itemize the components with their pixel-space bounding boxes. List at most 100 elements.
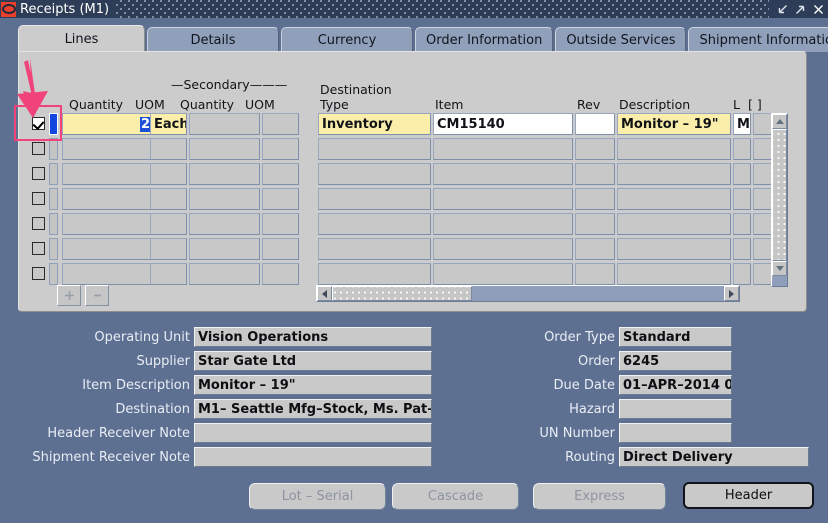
- grid-horizontal-scrollbar[interactable]: [316, 285, 740, 302]
- row-select-checkbox[interactable]: [32, 217, 45, 230]
- cell-uom[interactable]: [150, 138, 187, 160]
- field-hazard[interactable]: [619, 399, 732, 419]
- horizontal-scroll-thumb[interactable]: [332, 286, 472, 301]
- cell-description[interactable]: [617, 188, 731, 210]
- cell-flag[interactable]: [753, 113, 772, 135]
- cell-description[interactable]: Monitor – 19": [617, 113, 731, 135]
- scroll-down-button[interactable]: [772, 261, 787, 276]
- cell-uom[interactable]: [150, 263, 187, 285]
- cell-description[interactable]: [617, 138, 731, 160]
- cell-sec-uom[interactable]: [262, 163, 299, 185]
- cell-rev[interactable]: [575, 263, 615, 285]
- cell-quantity[interactable]: 2: [62, 113, 154, 135]
- cell-item[interactable]: [433, 138, 573, 160]
- vertical-scroll-thumb[interactable]: [772, 129, 787, 261]
- row-select-checkbox[interactable]: [32, 117, 45, 130]
- cell-rev[interactable]: [575, 238, 615, 260]
- grid-vertical-scrollbar[interactable]: [771, 113, 788, 287]
- tab-details[interactable]: Details: [147, 27, 279, 52]
- cell-item[interactable]: CM15140: [433, 113, 573, 135]
- scroll-right-button[interactable]: [724, 286, 739, 301]
- cell-sec-uom[interactable]: [262, 188, 299, 210]
- row-select-checkbox[interactable]: [32, 192, 45, 205]
- cell-destination-type[interactable]: [318, 238, 431, 260]
- cascade-button[interactable]: Cascade: [392, 483, 519, 510]
- cell-quantity[interactable]: [62, 188, 154, 210]
- cell-item[interactable]: [433, 213, 573, 235]
- cell-sec-quantity[interactable]: [189, 113, 260, 135]
- tab-shipment-information[interactable]: Shipment Information: [688, 27, 828, 52]
- cell-destination-type[interactable]: Inventory: [318, 113, 431, 135]
- cell-flag[interactable]: [753, 213, 772, 235]
- cell-sec-uom[interactable]: [262, 213, 299, 235]
- tab-outside-services[interactable]: Outside Services: [555, 27, 687, 52]
- maximize-icon[interactable]: [791, 1, 809, 17]
- add-row-button[interactable]: [57, 285, 81, 306]
- remove-row-button[interactable]: [85, 285, 109, 306]
- minimize-icon[interactable]: [773, 1, 791, 17]
- field-destination[interactable]: M1– Seattle Mfg–Stock, Ms. Pat–RIP: [194, 399, 432, 419]
- cell-quantity[interactable]: [62, 138, 154, 160]
- cell-quantity[interactable]: [62, 213, 154, 235]
- cell-destination-type[interactable]: [318, 188, 431, 210]
- cell-quantity[interactable]: [62, 238, 154, 260]
- cell-flag[interactable]: [753, 188, 772, 210]
- cell-rev[interactable]: [575, 163, 615, 185]
- cell-description[interactable]: [617, 163, 731, 185]
- cell-rev[interactable]: [575, 188, 615, 210]
- cell-sec-quantity[interactable]: [189, 188, 260, 210]
- cell-l[interactable]: [733, 163, 751, 185]
- cell-quantity[interactable]: [62, 163, 154, 185]
- cell-flag[interactable]: [753, 163, 772, 185]
- tab-lines[interactable]: Lines: [18, 25, 145, 52]
- cell-destination-type[interactable]: [318, 138, 431, 160]
- cell-item[interactable]: [433, 263, 573, 285]
- close-icon[interactable]: [809, 1, 827, 17]
- cell-rev[interactable]: [575, 138, 615, 160]
- cell-sec-quantity[interactable]: [189, 238, 260, 260]
- field-un-number[interactable]: [619, 423, 732, 443]
- field-header-receiver-note[interactable]: [194, 423, 432, 443]
- cell-l[interactable]: [733, 188, 751, 210]
- field-order-type[interactable]: Standard: [619, 327, 732, 347]
- scroll-up-button[interactable]: [772, 114, 787, 129]
- cell-sec-uom[interactable]: [262, 263, 299, 285]
- cell-sec-quantity[interactable]: [189, 263, 260, 285]
- cell-flag[interactable]: [753, 238, 772, 260]
- cell-l[interactable]: [733, 138, 751, 160]
- cell-flag[interactable]: [753, 138, 772, 160]
- scroll-left-button[interactable]: [317, 286, 332, 301]
- header-button[interactable]: Header: [683, 482, 814, 509]
- cell-description[interactable]: [617, 213, 731, 235]
- field-operating-unit[interactable]: Vision Operations: [194, 327, 432, 347]
- field-routing[interactable]: Direct Delivery: [619, 447, 809, 467]
- cell-description[interactable]: [617, 263, 731, 285]
- cell-uom[interactable]: [150, 163, 187, 185]
- row-select-checkbox[interactable]: [32, 267, 45, 280]
- cell-uom[interactable]: [150, 213, 187, 235]
- tab-order-information[interactable]: Order Information: [415, 27, 554, 52]
- cell-description[interactable]: [617, 238, 731, 260]
- cell-l[interactable]: [733, 238, 751, 260]
- cell-sec-quantity[interactable]: [189, 213, 260, 235]
- row-select-checkbox[interactable]: [32, 167, 45, 180]
- cell-sec-quantity[interactable]: [189, 138, 260, 160]
- field-item-description[interactable]: Monitor – 19": [194, 375, 432, 395]
- cell-item[interactable]: [433, 188, 573, 210]
- cell-item[interactable]: [433, 163, 573, 185]
- cell-flag[interactable]: [753, 263, 772, 285]
- row-select-checkbox[interactable]: [32, 242, 45, 255]
- field-shipment-receiver-note[interactable]: [194, 447, 432, 467]
- lot-serial-button[interactable]: Lot – Serial: [249, 483, 386, 510]
- cell-sec-uom[interactable]: [262, 113, 299, 135]
- tab-currency[interactable]: Currency: [281, 27, 413, 52]
- cell-quantity[interactable]: [62, 263, 154, 285]
- row-select-checkbox[interactable]: [32, 142, 45, 155]
- field-due-date[interactable]: 01–APR–2014 0: [619, 375, 732, 395]
- cell-uom[interactable]: [150, 188, 187, 210]
- cell-destination-type[interactable]: [318, 263, 431, 285]
- cell-uom[interactable]: [150, 238, 187, 260]
- cell-item[interactable]: [433, 238, 573, 260]
- cell-rev[interactable]: [575, 213, 615, 235]
- cell-l[interactable]: M: [733, 113, 751, 135]
